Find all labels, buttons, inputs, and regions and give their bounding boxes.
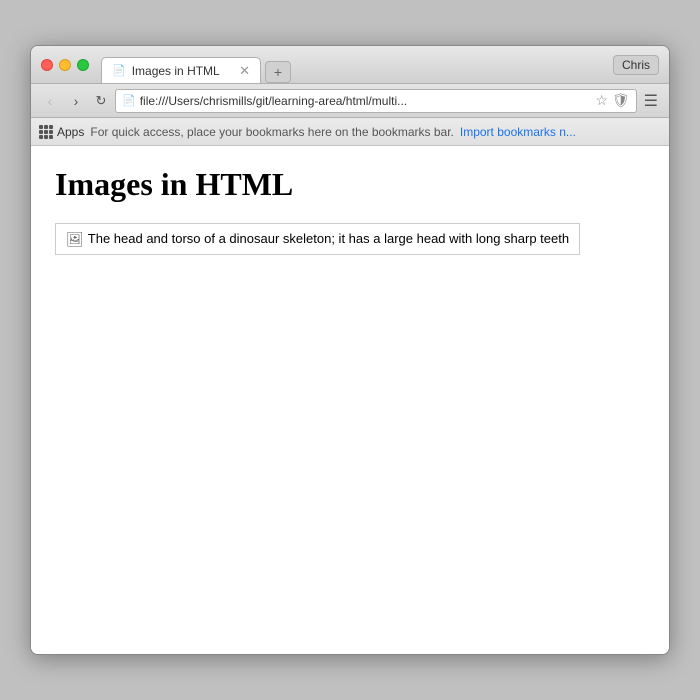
traffic-lights (41, 59, 89, 71)
tab-file-icon: 📄 (112, 64, 126, 77)
menu-button[interactable]: ☰ (641, 91, 661, 111)
broken-image-icon: 🖼 (66, 231, 84, 248)
refresh-icon: ↻ (96, 93, 107, 109)
image-alt-text: The head and torso of a dinosaur skeleto… (88, 230, 569, 248)
address-text: file:///Users/chrismills/git/learning-ar… (140, 94, 592, 108)
user-badge: Chris (613, 55, 659, 75)
new-tab-button[interactable]: + (265, 61, 291, 83)
shield-icon[interactable]: 🛡 (612, 92, 630, 109)
nav-bar: ‹ › ↻ 📄 file:///Users/chrismills/git/lea… (31, 84, 669, 118)
tab-label: Images in HTML (132, 64, 220, 78)
hamburger-icon: ☰ (644, 93, 658, 110)
forward-icon: › (74, 93, 79, 109)
minimize-button[interactable] (59, 59, 71, 71)
back-button[interactable]: ‹ (39, 90, 61, 112)
title-bar: 📄 Images in HTML ✕ + Chris (31, 46, 669, 84)
maximize-button[interactable] (77, 59, 89, 71)
back-icon: ‹ (48, 93, 53, 109)
browser-window: 📄 Images in HTML ✕ + Chris ‹ › ↻ 📄 file:… (30, 45, 670, 655)
address-file-icon: 📄 (122, 94, 136, 107)
apps-grid-icon (39, 125, 53, 139)
close-button[interactable] (41, 59, 53, 71)
tab-area: 📄 Images in HTML ✕ + (101, 46, 291, 83)
apps-button[interactable]: Apps (39, 125, 84, 139)
page-content: Images in HTML 🖼 The head and torso of a… (31, 146, 669, 654)
apps-label: Apps (57, 125, 84, 139)
tab-close-button[interactable]: ✕ (239, 63, 250, 79)
address-bar[interactable]: 📄 file:///Users/chrismills/git/learning-… (115, 89, 637, 113)
broken-image-container: 🖼 The head and torso of a dinosaur skele… (55, 223, 580, 255)
refresh-button[interactable]: ↻ (91, 91, 111, 111)
forward-button[interactable]: › (65, 90, 87, 112)
browser-tab[interactable]: 📄 Images in HTML ✕ (101, 57, 261, 83)
bookmarks-message: For quick access, place your bookmarks h… (90, 125, 454, 139)
page-title: Images in HTML (55, 166, 645, 203)
bookmark-star-icon[interactable]: ☆ (595, 92, 608, 109)
bookmarks-bar: Apps For quick access, place your bookma… (31, 118, 669, 146)
import-bookmarks-link[interactable]: Import bookmarks n... (460, 125, 576, 139)
